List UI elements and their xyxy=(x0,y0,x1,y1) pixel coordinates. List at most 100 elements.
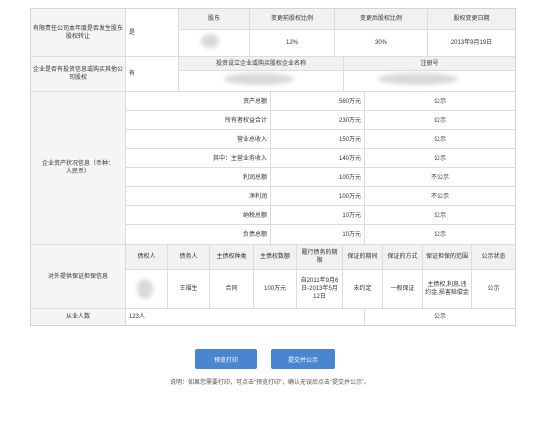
grid-line xyxy=(253,245,254,308)
asset-status: 公示 xyxy=(433,212,446,219)
redacted-shareholder xyxy=(201,34,219,48)
transfer-header-date: 股权变更日期 xyxy=(428,9,515,29)
grid-line xyxy=(125,9,126,56)
asset-status: 公示 xyxy=(433,117,446,124)
grid-line xyxy=(471,245,472,308)
grid-line xyxy=(31,308,516,309)
asset-value: 10万元 xyxy=(342,212,361,219)
asset-value: 140万元 xyxy=(338,155,361,162)
grid-line xyxy=(125,92,126,308)
grid-line xyxy=(126,129,516,130)
asset-status: 不公示 xyxy=(430,193,449,200)
employees-value: 123人 xyxy=(129,314,146,320)
grid-line xyxy=(209,245,210,308)
guarantee-debtor: 王福生 xyxy=(179,286,198,292)
guarantee-header-publish-status: 公示状态 xyxy=(472,245,515,269)
asset-name: 纳税总额 xyxy=(242,212,267,219)
transfer-answer: 是 xyxy=(129,29,136,36)
grid-line xyxy=(125,57,126,91)
grid-line xyxy=(270,92,271,244)
guarantee-guarantee-period: 未约定 xyxy=(353,286,372,292)
grid-line xyxy=(126,224,516,225)
redacted-company-name xyxy=(224,73,294,85)
grid-line xyxy=(249,9,250,56)
assets-label: 企业资产状况信息（币种：人民币） xyxy=(31,92,125,244)
grid-line xyxy=(178,9,179,91)
asset-name: 净利润 xyxy=(248,193,267,200)
redacted-creditor xyxy=(137,279,153,299)
guarantee-debt-term: 自2011年9月6日-2013年5月12日 xyxy=(300,278,339,300)
guarantee-guarantee-scope: 主债权,利息,违约金,损害赔偿金 xyxy=(425,282,469,296)
asset-value: 560万元 xyxy=(338,98,361,105)
instruction-note: 说明：如果您需要打印，可点击“预览打印”，确认无误后点击“提交并公示”。 xyxy=(170,380,370,386)
employees-label: 从业人数 xyxy=(31,309,125,325)
investment-question: 企业是否有投资信息或购买其他公司股权 xyxy=(31,57,125,91)
transfer-before-value: 12% xyxy=(285,40,298,46)
grid-line xyxy=(126,148,516,149)
investment-header-name: 投资设立企业或购买股权企业名称 xyxy=(179,57,343,70)
guarantee-debt-type: 合同 xyxy=(225,286,238,292)
transfer-date-value: 2013年9月19日 xyxy=(450,40,493,46)
guarantee-header-guarantee-scope: 保证担保的范围 xyxy=(423,245,471,269)
preview-print-button[interactable]: 预览打印 xyxy=(195,349,257,369)
grid-line xyxy=(126,167,516,168)
guarantee-header-debtor: 债务人 xyxy=(168,245,209,269)
asset-name: 资产总额 xyxy=(242,98,267,105)
grid-line xyxy=(179,70,515,71)
grid-line xyxy=(343,57,344,91)
grid-line xyxy=(31,56,516,57)
guarantee-publish-status: 公示 xyxy=(487,286,500,292)
transfer-header-shareholder: 股东 xyxy=(179,9,249,29)
grid-line xyxy=(31,244,516,245)
asset-status: 公示 xyxy=(433,136,446,143)
grid-line xyxy=(342,245,343,308)
asset-name: 所有者权益合计 xyxy=(224,117,267,124)
grid-line xyxy=(126,186,516,187)
guarantee-header-debt-term: 履行债务的期限 xyxy=(297,245,342,269)
grid-line xyxy=(364,309,365,325)
asset-value: 10万元 xyxy=(342,231,361,238)
transfer-question: 有限责任公司本年度是否发生股东股权转让 xyxy=(31,9,125,56)
grid-line xyxy=(334,9,335,56)
asset-status: 公示 xyxy=(433,98,446,105)
guarantee-header-guarantee-method: 保证的方式 xyxy=(383,245,422,269)
grid-line xyxy=(427,9,428,56)
grid-line xyxy=(364,92,365,244)
grid-line xyxy=(31,91,516,92)
guarantee-debt-amount: 100万元 xyxy=(263,286,286,292)
grid-line xyxy=(126,269,516,270)
transfer-header-after: 变更后股权比例 xyxy=(335,9,427,29)
grid-line xyxy=(422,245,423,308)
redacted-registration-number xyxy=(378,73,458,85)
guarantee-guarantee-method: 一般保证 xyxy=(390,286,415,292)
employees-status: 公示 xyxy=(433,314,446,320)
guarantee-header-debt-amount: 主债权数额 xyxy=(254,245,296,269)
guarantee-header-creditor: 债权人 xyxy=(126,245,167,269)
asset-status: 公示 xyxy=(433,155,446,162)
submit-publish-button[interactable]: 提交并公示 xyxy=(271,349,335,369)
investment-answer: 有 xyxy=(129,71,136,77)
asset-value: 100万元 xyxy=(338,174,361,181)
asset-value: 230万元 xyxy=(338,117,361,124)
transfer-after-value: 30% xyxy=(374,40,387,46)
asset-status: 公示 xyxy=(433,231,446,238)
grid-line xyxy=(125,309,126,325)
asset-value: 100万元 xyxy=(338,193,361,200)
asset-name: 其中：主营业务收入 xyxy=(212,155,267,162)
grid-line xyxy=(167,245,168,308)
grid-line xyxy=(296,245,297,308)
guarantee-header-guarantee-period: 保证的期间 xyxy=(343,245,382,269)
asset-name: 营业总收入 xyxy=(236,136,267,143)
grid-line xyxy=(382,245,383,308)
asset-name: 利润总额 xyxy=(242,174,267,181)
investment-header-regno: 注册号 xyxy=(344,57,515,70)
asset-value: 150万元 xyxy=(338,136,361,143)
guarantee-header-debt-type: 主债权种类 xyxy=(210,245,253,269)
transfer-header-before: 变更前股权比例 xyxy=(250,9,334,29)
asset-status: 不公示 xyxy=(430,174,449,181)
asset-name: 负债总额 xyxy=(242,231,267,238)
grid-line xyxy=(126,110,516,111)
grid-line xyxy=(179,29,515,30)
grid-line xyxy=(126,205,516,206)
guarantee-label: 对外提供保证担保信息 xyxy=(31,245,125,308)
